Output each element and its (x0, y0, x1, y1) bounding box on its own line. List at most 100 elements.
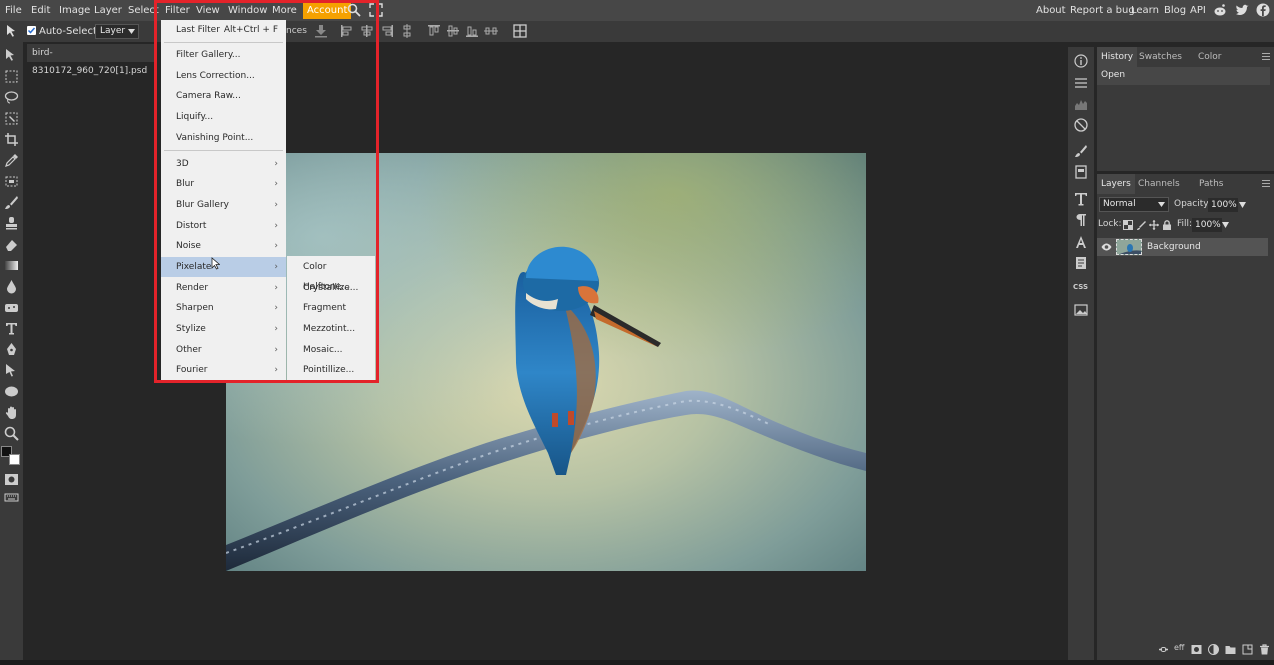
target-select[interactable]: Layer (95, 24, 139, 39)
blur-tool-icon[interactable] (4, 279, 19, 294)
align-top-icon[interactable] (427, 24, 441, 38)
history-entry[interactable]: Open (1101, 67, 1125, 83)
brush-tool-icon[interactable] (4, 195, 19, 210)
tab-color[interactable]: Color (1194, 47, 1226, 67)
filter-item-lens-correction[interactable]: Lens Correction... (161, 66, 286, 86)
brush-preset-icon[interactable] (1074, 144, 1088, 158)
download-icon[interactable] (314, 24, 328, 38)
menu-edit[interactable]: Edit (29, 0, 52, 21)
tab-channels[interactable]: Channels (1134, 174, 1184, 194)
menu-layer[interactable]: Layer (92, 0, 124, 21)
navigator-icon[interactable] (1074, 118, 1088, 132)
eraser-tool-icon[interactable] (4, 237, 19, 252)
lasso-tool-icon[interactable] (4, 90, 19, 105)
layer-mask-icon[interactable] (1191, 644, 1202, 655)
filter-item-blur[interactable]: Blur › (161, 174, 286, 194)
align-middle-icon[interactable] (446, 24, 460, 38)
menu-file[interactable]: File (3, 0, 24, 21)
grid-icon[interactable] (513, 24, 527, 38)
move-tool-icon[interactable] (5, 24, 19, 38)
opacity-input[interactable]: 100% (1208, 198, 1238, 212)
paragraph-icon[interactable] (1074, 213, 1088, 227)
layer-comps-icon[interactable] (1074, 165, 1088, 179)
document-tab[interactable]: bird-8310172_960_720[1].psd (27, 44, 157, 76)
link-report-bug[interactable]: Report a bug (1070, 0, 1135, 21)
auto-select-checkbox[interactable] (27, 26, 36, 35)
fill-dropdown-icon[interactable] (1222, 222, 1229, 228)
layer-effects-icon[interactable]: eff (1174, 643, 1184, 652)
crop-tool-icon[interactable] (4, 132, 19, 147)
filter-item-pixelate[interactable]: Pixelate › (161, 257, 286, 277)
filter-item-last-filter[interactable]: Last Filter Alt+Ctrl + F (161, 20, 286, 40)
pixelate-mezzotint[interactable]: Mezzotint... (287, 319, 375, 339)
filter-item-sharpen[interactable]: Sharpen › (161, 298, 286, 318)
pixelate-mosaic[interactable]: Mosaic... (287, 340, 375, 360)
lock-position-icon[interactable] (1149, 220, 1159, 230)
menu-window[interactable]: Window (226, 0, 269, 21)
filter-item-filter-gallery[interactable]: Filter Gallery... (161, 45, 286, 65)
quick-select-tool-icon[interactable] (4, 111, 19, 126)
quick-mask-icon[interactable] (4, 472, 19, 487)
align-bottom-icon[interactable] (465, 24, 479, 38)
adjustments-icon[interactable] (1074, 76, 1088, 90)
pixelate-pointillize[interactable]: Pointillize... (287, 360, 375, 380)
histogram-icon[interactable] (1074, 97, 1088, 111)
hand-tool-icon[interactable] (4, 405, 19, 420)
link-api[interactable]: API (1190, 0, 1206, 21)
text-icon[interactable] (1074, 192, 1088, 206)
menu-view[interactable]: View (194, 0, 222, 21)
align-center-h-icon[interactable] (360, 24, 374, 38)
new-group-icon[interactable] (1225, 644, 1236, 655)
eye-icon[interactable] (1101, 243, 1112, 251)
filter-item-noise[interactable]: Noise › (161, 236, 286, 256)
path-select-tool-icon[interactable] (4, 363, 19, 378)
sponge-tool-icon[interactable] (4, 300, 19, 315)
gradient-tool-icon[interactable] (4, 258, 19, 273)
info-icon[interactable] (1074, 54, 1088, 68)
menu-image[interactable]: Image (57, 0, 92, 21)
lock-all-icon[interactable] (1162, 220, 1172, 230)
type-tool-icon[interactable] (4, 321, 19, 336)
image-icon[interactable] (1074, 303, 1088, 317)
stamp-tool-icon[interactable] (4, 216, 19, 231)
search-icon[interactable] (347, 3, 361, 17)
tab-history[interactable]: History (1097, 47, 1138, 67)
panel-menu-icon[interactable] (1262, 180, 1270, 187)
css-icon[interactable]: CSS (1073, 283, 1088, 291)
twitter-icon[interactable] (1235, 3, 1249, 17)
menu-select[interactable]: Select (126, 0, 161, 21)
new-layer-icon[interactable] (1242, 644, 1253, 655)
layer-row-background[interactable]: Background (1097, 238, 1268, 256)
link-blog[interactable]: Blog (1164, 0, 1186, 21)
glyph-icon[interactable] (1074, 235, 1088, 249)
filter-item-liquify[interactable]: Liquify... (161, 107, 286, 127)
pixelate-fragment[interactable]: Fragment (287, 298, 375, 318)
trash-icon[interactable] (1259, 644, 1270, 655)
zoom-tool-icon[interactable] (4, 426, 19, 441)
character-icon[interactable] (1074, 256, 1088, 270)
tab-paths[interactable]: Paths (1195, 174, 1227, 194)
distribute-v-icon[interactable] (400, 24, 414, 38)
align-left-icon[interactable] (340, 24, 354, 38)
menu-filter[interactable]: Filter (163, 0, 192, 21)
ellipse-tool-icon[interactable] (4, 384, 19, 399)
fill-input[interactable]: 100% (1192, 218, 1222, 232)
link-layers-icon[interactable] (1158, 644, 1169, 655)
filter-item-vanishing-point[interactable]: Vanishing Point... (161, 128, 286, 148)
filter-item-camera-raw[interactable]: Camera Raw... (161, 86, 286, 106)
move-tool-icon[interactable] (4, 48, 19, 63)
pixelate-crystallize[interactable]: Crystallize... (287, 278, 375, 298)
panel-menu-icon[interactable] (1262, 53, 1270, 60)
link-learn[interactable]: Learn (1131, 0, 1159, 21)
facebook-icon[interactable] (1256, 3, 1270, 17)
filter-item-3d[interactable]: 3D › (161, 154, 286, 174)
lock-pixels-icon[interactable] (1136, 220, 1146, 230)
filter-item-blur-gallery[interactable]: Blur Gallery › (161, 195, 286, 215)
background-color-swatch[interactable] (9, 454, 20, 465)
keyboard-icon[interactable] (4, 490, 19, 505)
blend-mode-select[interactable]: Normal (1099, 197, 1169, 212)
filter-item-other[interactable]: Other › (161, 340, 286, 360)
marquee-tool-icon[interactable] (4, 69, 19, 84)
menu-more[interactable]: More (270, 0, 299, 21)
filter-item-fourier[interactable]: Fourier › (161, 360, 286, 380)
